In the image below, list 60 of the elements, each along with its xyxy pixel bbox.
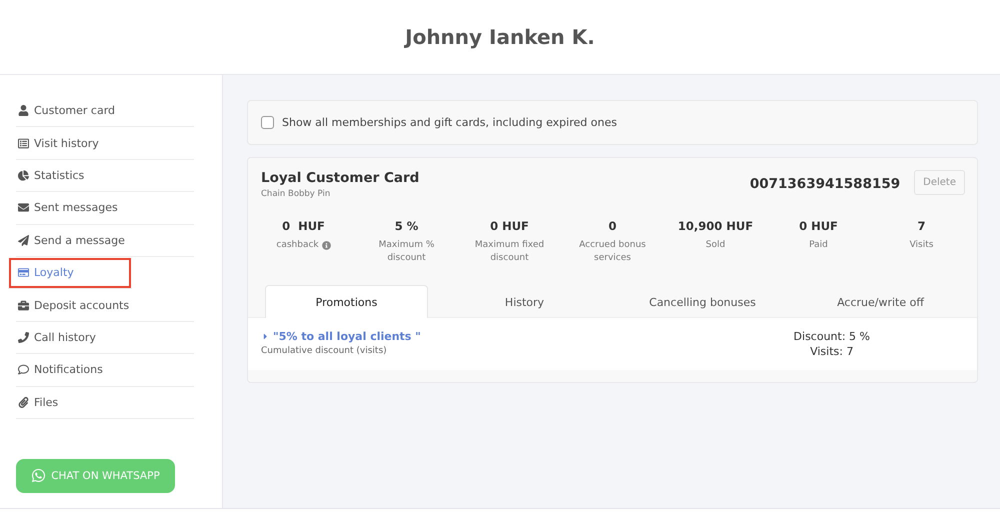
customer-name: Johnny Ianken K. xyxy=(405,25,595,49)
stat-value: 10,900 HUF xyxy=(678,219,754,233)
promotion-link[interactable]: "5% to all loyal clients " xyxy=(261,330,421,343)
sidebar-item-label: Deposit accounts xyxy=(34,298,130,312)
sidebar-item-label: Send a message xyxy=(34,234,125,247)
briefcase-icon xyxy=(18,300,29,311)
user-icon xyxy=(18,105,29,116)
stat-label: cashback xyxy=(276,239,319,252)
sidebar-item-label: Files xyxy=(34,396,58,409)
whatsapp-icon xyxy=(31,468,46,484)
info-icon xyxy=(322,241,331,250)
sidebar-item-label: Statistics xyxy=(34,168,84,182)
sidebar-item[interactable]: Files xyxy=(16,386,194,419)
paperclip-icon xyxy=(18,396,29,408)
stat-label: Maximum % discount xyxy=(378,239,436,265)
stat-value: 7 xyxy=(917,219,926,233)
checkbox-label: Show all memberships and gift cards, including expired ones xyxy=(282,116,617,129)
stat-value: 5 % xyxy=(394,219,418,233)
stat-label: Visits xyxy=(910,239,934,252)
sidebar-item[interactable]: Sent messages xyxy=(16,192,194,225)
sidebar-item-label: Call history xyxy=(34,330,96,344)
tab[interactable]: Cancelling bonuses xyxy=(621,285,784,318)
stat-label: Sold xyxy=(706,239,726,252)
stat-label: Accrued bonus services xyxy=(578,239,647,265)
card-icon xyxy=(18,267,29,278)
sidebar-item-label: Loyalty xyxy=(34,266,74,280)
visits-text: Visits: 7 xyxy=(810,345,854,358)
discount-text: Discount: 5 % xyxy=(794,330,870,343)
sidebar-item-label: Sent messages xyxy=(34,201,118,214)
stat-value: 0 HUF xyxy=(490,219,529,233)
stat-value: 0 xyxy=(608,219,616,233)
phone-icon xyxy=(18,332,29,343)
stat-value: 0 HUF xyxy=(799,219,838,233)
paper-plane-icon xyxy=(18,234,29,246)
sidebar-item[interactable]: Customer card xyxy=(16,95,194,128)
tab[interactable]: Promotions xyxy=(265,285,428,318)
stat-value: 0 HUF xyxy=(282,219,325,233)
card-number: 0071363941588159 xyxy=(750,176,900,192)
sidebar-item[interactable]: Visit history xyxy=(16,127,194,160)
sidebar-item[interactable]: Call history xyxy=(16,322,194,354)
card-subtitle: Chain Bobby Pin xyxy=(261,189,332,199)
tab[interactable]: Accrue/write off xyxy=(799,285,962,318)
sidebar-item[interactable]: Notifications xyxy=(16,354,194,387)
list-icon xyxy=(18,138,29,149)
card-title: Loyal Customer Card xyxy=(261,170,420,186)
sidebar-item[interactable]: Deposit accounts xyxy=(16,289,194,322)
sidebar-item-label: Visit history xyxy=(34,136,99,150)
sidebar-item[interactable]: Loyalty xyxy=(8,256,132,290)
envelope-icon xyxy=(18,202,29,214)
sidebar-item[interactable]: Send a message xyxy=(16,224,194,257)
stat-label: Maximum fixed discount xyxy=(474,239,546,265)
pie-chart-icon xyxy=(18,170,29,181)
sidebar-item[interactable]: Statistics xyxy=(16,160,194,192)
sidebar-item-label: Customer card xyxy=(34,104,116,118)
tab[interactable]: History xyxy=(443,285,606,318)
speech-bubble-icon xyxy=(18,364,29,376)
checkbox[interactable] xyxy=(261,116,274,129)
sidebar-item-label: Notifications xyxy=(34,363,103,376)
stat-label: Paid xyxy=(809,239,828,252)
promotion-type: Cumulative discount (visits) xyxy=(261,346,388,356)
